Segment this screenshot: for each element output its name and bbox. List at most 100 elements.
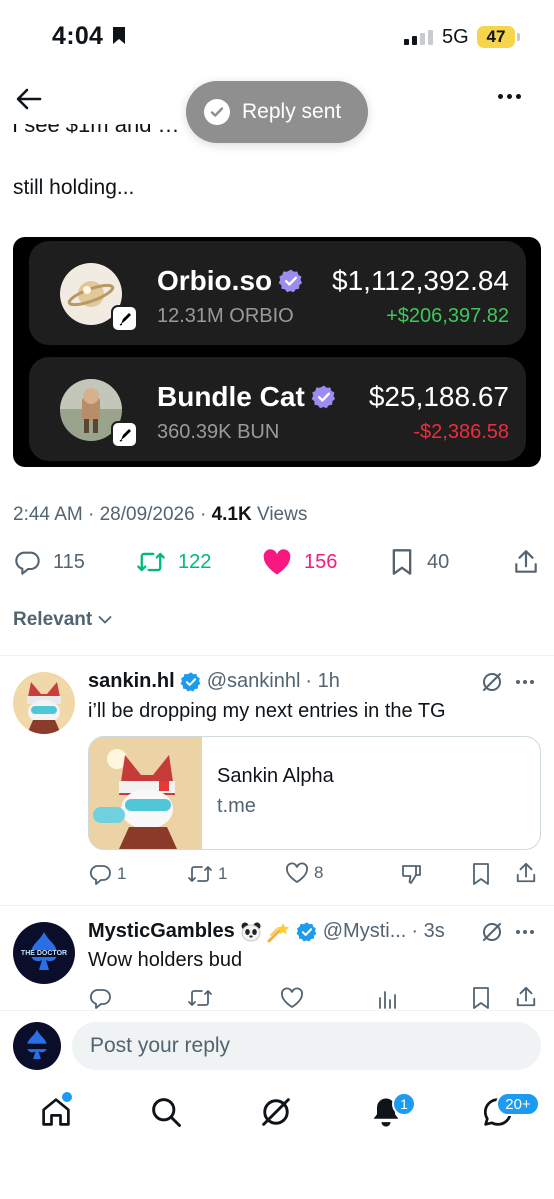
- token-value: $1,112,392.84: [332, 265, 509, 296]
- wallet-badge-icon: [111, 305, 138, 332]
- link-title: Sankin Alpha: [217, 765, 334, 787]
- reply-icon: [15, 551, 40, 575]
- token-row-bundle-cat[interactable]: Bundle Cat 360.39K BUN $25,188.67 -$2,38…: [29, 357, 526, 461]
- author-handle[interactable]: @sankinhl: [207, 670, 301, 693]
- sort-dropdown[interactable]: Relevant: [13, 609, 112, 631]
- heart-icon: [286, 862, 308, 884]
- panda-emoji-icon: [240, 922, 262, 942]
- heart-icon: [281, 987, 303, 1009]
- portfolio-card[interactable]: Orbio.so 12.31M ORBIO $1,112,392.84 +$20…: [13, 237, 541, 467]
- share-icon: [516, 986, 536, 1007]
- tab-notifications[interactable]: 1: [368, 1092, 416, 1130]
- home-dot-indicator: [62, 1092, 72, 1102]
- more-options-icon[interactable]: [516, 680, 534, 684]
- avatar[interactable]: [13, 672, 75, 734]
- avatar[interactable]: THE DOCTOR: [13, 922, 75, 984]
- bookmark-icon: [392, 549, 412, 575]
- status-time: 4:04: [52, 22, 104, 50]
- views-label: Views: [251, 504, 308, 525]
- author-name[interactable]: sankin.hl: [88, 670, 175, 693]
- share-button[interactable]: [515, 985, 537, 1009]
- reply-text: Wow holders bud: [88, 949, 243, 971]
- analytics-icon: [379, 991, 396, 1009]
- author-name[interactable]: MysticGambles: [88, 920, 235, 943]
- token-amount: 12.31M ORBIO: [157, 305, 294, 327]
- share-button[interactable]: [513, 548, 539, 576]
- reply-time: · 1h: [305, 670, 340, 692]
- tab-search[interactable]: [148, 1094, 184, 1130]
- search-icon: [152, 1098, 181, 1127]
- verified-icon: [180, 671, 201, 692]
- post-text: still holding...: [13, 176, 135, 199]
- like-button[interactable]: [280, 987, 304, 1009]
- token-change: +$206,397.82: [386, 305, 509, 327]
- token-name: Orbio.so: [157, 265, 304, 297]
- avatar-text: THE DOCTOR: [20, 950, 68, 957]
- bookmark-icon: [473, 987, 489, 1009]
- verified-icon: [311, 385, 335, 409]
- token-change: -$2,386.58: [413, 421, 509, 443]
- tab-grok[interactable]: [258, 1094, 294, 1130]
- reply-input[interactable]: Post your reply: [72, 1022, 541, 1070]
- tab-home[interactable]: [38, 1092, 74, 1130]
- reply-sent-toast: Reply sent: [186, 81, 368, 143]
- token-value: $25,188.67: [368, 381, 509, 412]
- reply-action[interactable]: 1: [88, 862, 126, 886]
- bookmark-button[interactable]: [471, 986, 491, 1010]
- repost-action[interactable]: 1: [187, 862, 227, 886]
- token-row-orbio[interactable]: Orbio.so 12.31M ORBIO $1,112,392.84 +$20…: [29, 241, 526, 345]
- repost-button[interactable]: [187, 986, 213, 1010]
- reply-icon: [89, 989, 111, 1009]
- reply-action[interactable]: 115: [13, 548, 85, 576]
- reply-time: · 3s: [411, 920, 445, 942]
- bookmark-action[interactable]: 40: [389, 548, 449, 576]
- wallet-badge-icon: [111, 421, 138, 448]
- reply-count: 1: [117, 864, 127, 883]
- share-button[interactable]: [515, 861, 537, 885]
- author-handle[interactable]: @Mysti...: [323, 920, 407, 943]
- shooting-star-icon: [267, 921, 291, 943]
- messages-badge: 20+: [496, 1092, 540, 1116]
- views-button[interactable]: [377, 986, 399, 1010]
- verified-icon: [296, 921, 317, 942]
- link-preview-card[interactable]: Sankin Alpha t.me: [88, 736, 541, 850]
- reply-icon: [89, 865, 111, 885]
- like-count: 156: [304, 550, 338, 573]
- like-action[interactable]: 156: [262, 548, 337, 576]
- repost-action[interactable]: 122: [136, 548, 211, 576]
- divider: [0, 655, 554, 656]
- reply-text: i’ll be dropping my next entries in the …: [88, 700, 446, 722]
- bookmark-button[interactable]: [471, 862, 491, 886]
- sort-label: Relevant: [13, 609, 93, 630]
- notifications-badge: 1: [392, 1092, 416, 1116]
- reply-placeholder: Post your reply: [90, 1034, 231, 1057]
- grok-icon: [262, 1098, 290, 1126]
- link-thumbnail: [89, 737, 202, 849]
- network-type: 5G: [442, 26, 469, 48]
- more-options-icon[interactable]: [516, 930, 534, 934]
- repost-icon: [188, 990, 212, 1006]
- token-amount: 360.39K BUN: [157, 421, 280, 443]
- downvote-button[interactable]: [400, 862, 424, 886]
- repost-icon: [137, 552, 165, 572]
- grok-icon[interactable]: [480, 920, 504, 944]
- more-options-icon[interactable]: [498, 94, 521, 99]
- chevron-down-icon: [98, 616, 112, 624]
- token-name-text: Bundle Cat: [157, 381, 305, 412]
- check-icon: [204, 99, 230, 125]
- grok-icon[interactable]: [480, 670, 504, 694]
- back-arrow-icon[interactable]: [14, 84, 44, 114]
- reply-button[interactable]: [88, 986, 112, 1010]
- own-avatar: [13, 1022, 61, 1070]
- reply-header: MysticGambles @Mysti... · 3s: [88, 920, 445, 943]
- tab-messages[interactable]: 20+: [480, 1092, 540, 1130]
- views-count: 4.1K: [211, 504, 252, 525]
- token-name: Bundle Cat: [157, 381, 337, 413]
- battery-indicator: 47: [477, 26, 520, 48]
- bookmark-count: 40: [427, 550, 450, 573]
- link-domain: t.me: [217, 795, 256, 817]
- like-action[interactable]: 8: [285, 862, 323, 884]
- post-timestamp: 2:44 AM · 28/09/2026 ·: [13, 504, 212, 525]
- divider: [0, 905, 554, 906]
- heart-filled-icon: [263, 549, 291, 575]
